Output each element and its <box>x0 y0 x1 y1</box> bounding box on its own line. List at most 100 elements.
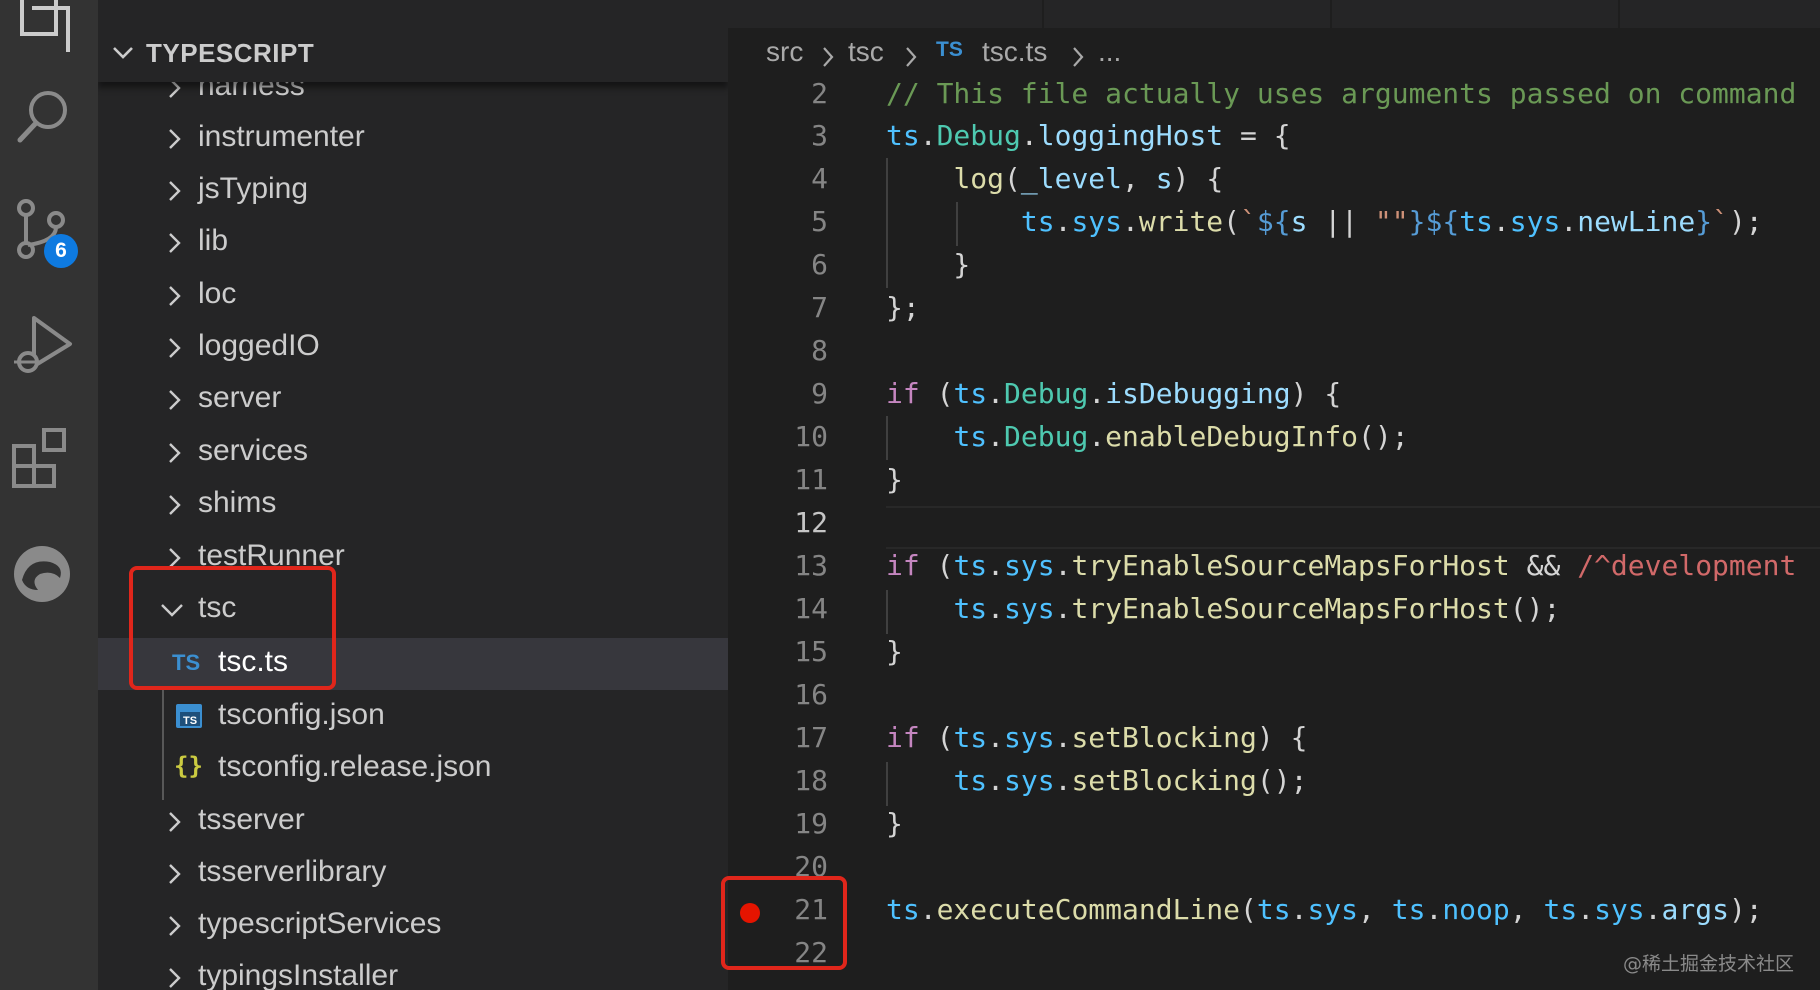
code-token: sys <box>1004 549 1055 582</box>
code-token: s <box>1155 162 1173 195</box>
code-token: . <box>1644 893 1662 926</box>
code-token: ` <box>1240 205 1257 238</box>
code-token: , <box>1122 162 1156 195</box>
tree-item-tsserverlibrary[interactable]: tsserverlibrary <box>98 848 728 900</box>
tree-item-label: tsserver <box>198 803 305 836</box>
explorer-icon[interactable] <box>8 0 80 54</box>
code-token: ts <box>953 549 988 582</box>
code-line[interactable]: 9 if (ts.Debug.isDebugging) { <box>728 372 1820 415</box>
editor-pane[interactable]: src tsc TS tsc.ts ... 2 // This file actu… <box>728 0 1820 990</box>
code-line[interactable]: 15} <box>728 630 1820 673</box>
tree-item-shims[interactable]: shims <box>98 479 728 531</box>
tree-item-loggedio[interactable]: loggedIO <box>98 322 728 374</box>
tree-item-services[interactable]: services <box>98 427 728 479</box>
code-token: } <box>1695 205 1713 238</box>
code-line[interactable]: 19} <box>728 802 1820 845</box>
tab-divider <box>1618 0 1620 28</box>
tree-item-typingsinstaller[interactable]: typingsInstaller <box>98 952 728 990</box>
code-token: if <box>886 549 920 582</box>
code-token: ( <box>1240 893 1257 926</box>
code-token: Debug <box>1004 377 1089 410</box>
chevron-right-icon <box>169 812 181 832</box>
chevron-down-icon <box>113 47 133 59</box>
code-token: . <box>1425 893 1443 926</box>
explorer-sidebar: TYPESCRIPT harness instrumenter jsTyping… <box>98 0 728 990</box>
code-token: (); <box>1509 592 1561 625</box>
tree-item-server[interactable]: server <box>98 374 728 426</box>
tree-item-label: server <box>198 381 282 414</box>
tree-item-loc[interactable]: loc <box>98 270 728 322</box>
code-line[interactable]: 14 ts.sys.tryEnableSourceMapsForHost(); <box>728 587 1820 630</box>
code-token: s <box>1290 205 1308 238</box>
code-token: . <box>1054 592 1072 625</box>
code-line[interactable]: 12 <box>728 501 1820 544</box>
code-line[interactable]: 4 log(_level, s) { <box>728 157 1820 200</box>
extensions-icon[interactable] <box>8 420 80 492</box>
line-number: 3 <box>811 119 828 152</box>
search-icon[interactable] <box>8 80 80 152</box>
code-line[interactable]: 10 ts.Debug.enableDebugInfo(); <box>728 415 1820 458</box>
code-token: ts <box>886 893 920 926</box>
line-number: 11 <box>794 463 828 496</box>
code-token: ( <box>919 721 954 754</box>
code-text: } <box>886 630 903 673</box>
tree-item-tsconfig-json[interactable]: TS tsconfig.json <box>98 691 728 743</box>
code-line[interactable]: 17 if (ts.sys.setBlocking) { <box>728 716 1820 759</box>
code-token: setBlocking <box>1071 721 1257 754</box>
breadcrumb-more[interactable]: ... <box>1098 36 1121 68</box>
explorer-header[interactable]: TYPESCRIPT <box>98 0 728 82</box>
code-line[interactable]: 13 if (ts.sys.tryEnableSourceMapsForHost … <box>728 544 1820 587</box>
chevron-right-icon <box>169 390 181 410</box>
code-text: ts.executeCommandLine(ts.sys, ts.noop, t… <box>886 888 1763 931</box>
line-number: 7 <box>811 291 828 324</box>
code-line[interactable]: 11} <box>728 458 1820 501</box>
watermark: @稀土掘金技术社区 <box>1622 953 1794 975</box>
code-token: executeCommandLine <box>936 893 1241 926</box>
tree-item-typescriptservices[interactable]: typescriptServices <box>98 900 728 952</box>
tree-item-tsserver[interactable]: tsserver <box>98 796 728 848</box>
run-debug-icon[interactable] <box>8 308 80 380</box>
code-line[interactable]: 20 <box>728 845 1820 888</box>
code-line[interactable]: 7}; <box>728 286 1820 329</box>
code-line[interactable]: 6 } <box>728 243 1820 286</box>
code-text: } <box>886 243 970 286</box>
code-token: . <box>987 764 1005 797</box>
source-control-badge: 6 <box>44 234 78 268</box>
code-line[interactable]: 2 // This file actually uses arguments pa… <box>728 72 1820 115</box>
tree-item-instrumenter[interactable]: instrumenter <box>98 113 728 165</box>
code-token: . <box>1054 721 1072 754</box>
code-token: || <box>1307 205 1375 238</box>
tree-item-label: instrumenter <box>198 120 365 153</box>
code-line[interactable]: 5 ts.sys.write(`${s || ""}${ts.sys.newLi… <box>728 200 1820 243</box>
code-token: ts <box>1543 893 1578 926</box>
code-text: ts.sys.write(`${s || ""}${ts.sys.newLine… <box>886 200 1763 243</box>
code-line[interactable]: 21 ts.executeCommandLine(ts.sys, ts.noop,… <box>728 888 1820 931</box>
code-line[interactable]: 18 ts.sys.setBlocking(); <box>728 759 1820 802</box>
code-token: ( <box>1223 205 1241 238</box>
chevron-right-icon <box>1073 47 1084 67</box>
tree-item-label: loc <box>198 277 237 310</box>
code-token: ts <box>953 592 988 625</box>
breadcrumb-src[interactable]: src <box>766 36 803 68</box>
code-token: tryEnableSourceMapsForHost <box>1071 592 1510 625</box>
line-number: 14 <box>794 592 828 625</box>
tree-item-lib[interactable]: lib <box>98 217 728 269</box>
breadcrumb-file[interactable]: tsc.ts <box>982 36 1047 68</box>
chevron-right-icon <box>169 916 181 936</box>
tree-item-jstyping[interactable]: jsTyping <box>98 165 728 217</box>
code-line[interactable]: 3 ts.Debug.loggingHost = { <box>728 114 1820 157</box>
tree-item-label: shims <box>198 486 277 519</box>
code-token: } <box>886 807 903 840</box>
code-text: log(_level, s) { <box>886 157 1223 200</box>
code-line[interactable]: 8 <box>728 329 1820 372</box>
tree-item-tsconfig-release-json[interactable]: {} tsconfig.release.json <box>98 743 728 795</box>
line-number: 8 <box>811 334 828 367</box>
breadcrumb-tsc[interactable]: tsc <box>848 36 884 68</box>
chevron-right-icon <box>169 495 181 515</box>
line-number: 5 <box>811 205 828 238</box>
tree-item-label: tsserverlibrary <box>198 855 387 888</box>
code-line[interactable]: 16 <box>728 673 1820 716</box>
edge-devtools-icon[interactable] <box>8 536 80 608</box>
